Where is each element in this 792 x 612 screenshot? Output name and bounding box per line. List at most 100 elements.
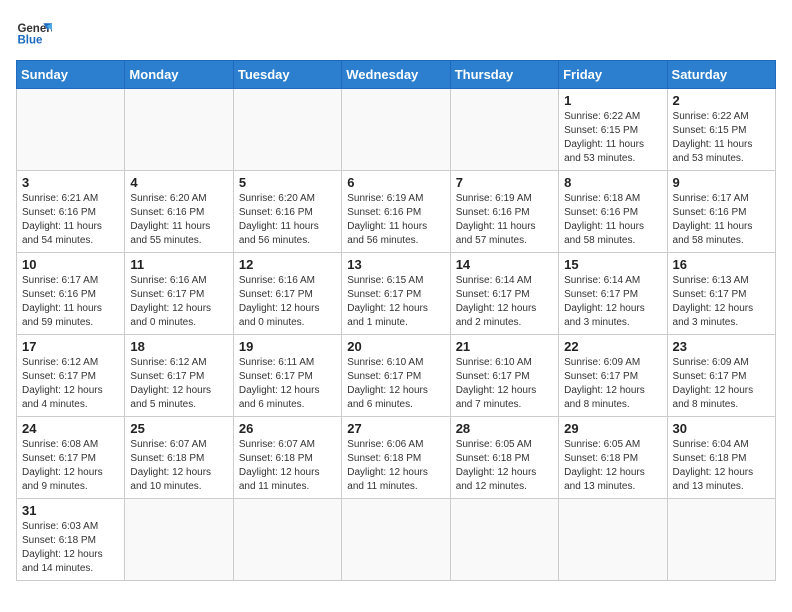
calendar-cell: 6 Sunrise: 6:19 AM Sunset: 6:16 PM Daylig… [342, 171, 450, 253]
calendar-cell [233, 89, 341, 171]
day-number: 7 [456, 175, 553, 190]
weekday-header-thursday: Thursday [450, 61, 558, 89]
calendar-cell: 30 Sunrise: 6:04 AM Sunset: 6:18 PM Dayli… [667, 417, 775, 499]
calendar-cell: 25 Sunrise: 6:07 AM Sunset: 6:18 PM Dayli… [125, 417, 233, 499]
day-number: 13 [347, 257, 444, 272]
weekday-header-monday: Monday [125, 61, 233, 89]
calendar-cell: 24 Sunrise: 6:08 AM Sunset: 6:17 PM Dayli… [17, 417, 125, 499]
week-row-1: 3 Sunrise: 6:21 AM Sunset: 6:16 PM Daylig… [17, 171, 776, 253]
day-info: Sunrise: 6:10 AM Sunset: 6:17 PM Dayligh… [347, 356, 444, 412]
day-info: Sunrise: 6:21 AM Sunset: 6:16 PM Dayligh… [22, 192, 119, 248]
day-info: Sunrise: 6:17 AM Sunset: 6:16 PM Dayligh… [673, 192, 770, 248]
day-number: 1 [564, 93, 661, 108]
calendar-cell [559, 499, 667, 581]
day-info: Sunrise: 6:13 AM Sunset: 6:17 PM Dayligh… [673, 274, 770, 330]
day-info: Sunrise: 6:14 AM Sunset: 6:17 PM Dayligh… [564, 274, 661, 330]
day-info: Sunrise: 6:06 AM Sunset: 6:18 PM Dayligh… [347, 438, 444, 494]
day-info: Sunrise: 6:20 AM Sunset: 6:16 PM Dayligh… [130, 192, 227, 248]
day-number: 10 [22, 257, 119, 272]
day-number: 4 [130, 175, 227, 190]
calendar-cell: 13 Sunrise: 6:15 AM Sunset: 6:17 PM Dayli… [342, 253, 450, 335]
day-number: 19 [239, 339, 336, 354]
logo: General Blue [16, 16, 52, 52]
weekday-header-wednesday: Wednesday [342, 61, 450, 89]
day-number: 24 [22, 421, 119, 436]
day-info: Sunrise: 6:10 AM Sunset: 6:17 PM Dayligh… [456, 356, 553, 412]
day-number: 23 [673, 339, 770, 354]
week-row-5: 31 Sunrise: 6:03 AM Sunset: 6:18 PM Dayli… [17, 499, 776, 581]
weekday-header-saturday: Saturday [667, 61, 775, 89]
weekday-header-row: SundayMondayTuesdayWednesdayThursdayFrid… [17, 61, 776, 89]
calendar-cell [125, 89, 233, 171]
calendar-cell: 20Sunrise: 6:10 AM Sunset: 6:17 PM Dayli… [342, 335, 450, 417]
calendar-cell: 2Sunrise: 6:22 AM Sunset: 6:15 PM Daylig… [667, 89, 775, 171]
day-info: Sunrise: 6:03 AM Sunset: 6:18 PM Dayligh… [22, 520, 119, 576]
day-info: Sunrise: 6:04 AM Sunset: 6:18 PM Dayligh… [673, 438, 770, 494]
calendar-cell [342, 89, 450, 171]
day-info: Sunrise: 6:08 AM Sunset: 6:17 PM Dayligh… [22, 438, 119, 494]
calendar-cell: 11Sunrise: 6:16 AM Sunset: 6:17 PM Dayli… [125, 253, 233, 335]
calendar-cell: 1Sunrise: 6:22 AM Sunset: 6:15 PM Daylig… [559, 89, 667, 171]
day-info: Sunrise: 6:17 AM Sunset: 6:16 PM Dayligh… [22, 274, 119, 330]
calendar-cell: 10 Sunrise: 6:17 AM Sunset: 6:16 PM Dayli… [17, 253, 125, 335]
calendar-table: SundayMondayTuesdayWednesdayThursdayFrid… [16, 60, 776, 581]
calendar-cell: 17 Sunrise: 6:12 AM Sunset: 6:17 PM Dayli… [17, 335, 125, 417]
calendar-cell: 19Sunrise: 6:11 AM Sunset: 6:17 PM Dayli… [233, 335, 341, 417]
calendar-cell [667, 499, 775, 581]
calendar-cell [342, 499, 450, 581]
day-info: Sunrise: 6:05 AM Sunset: 6:18 PM Dayligh… [456, 438, 553, 494]
day-info: Sunrise: 6:16 AM Sunset: 6:17 PM Dayligh… [239, 274, 336, 330]
svg-text:Blue: Blue [17, 34, 43, 46]
day-number: 8 [564, 175, 661, 190]
day-number: 31 [22, 503, 119, 518]
calendar-cell: 26Sunrise: 6:07 AM Sunset: 6:18 PM Dayli… [233, 417, 341, 499]
day-info: Sunrise: 6:07 AM Sunset: 6:18 PM Dayligh… [239, 438, 336, 494]
day-number: 28 [456, 421, 553, 436]
day-info: Sunrise: 6:05 AM Sunset: 6:18 PM Dayligh… [564, 438, 661, 494]
day-info: Sunrise: 6:12 AM Sunset: 6:17 PM Dayligh… [22, 356, 119, 412]
day-number: 30 [673, 421, 770, 436]
calendar-cell: 9Sunrise: 6:17 AM Sunset: 6:16 PM Daylig… [667, 171, 775, 253]
day-info: Sunrise: 6:19 AM Sunset: 6:16 PM Dayligh… [347, 192, 444, 248]
week-row-0: 1Sunrise: 6:22 AM Sunset: 6:15 PM Daylig… [17, 89, 776, 171]
day-number: 16 [673, 257, 770, 272]
day-number: 11 [130, 257, 227, 272]
day-number: 12 [239, 257, 336, 272]
weekday-header-friday: Friday [559, 61, 667, 89]
calendar-cell: 31 Sunrise: 6:03 AM Sunset: 6:18 PM Dayli… [17, 499, 125, 581]
weekday-header-sunday: Sunday [17, 61, 125, 89]
day-info: Sunrise: 6:12 AM Sunset: 6:17 PM Dayligh… [130, 356, 227, 412]
day-number: 22 [564, 339, 661, 354]
day-info: Sunrise: 6:09 AM Sunset: 6:17 PM Dayligh… [564, 356, 661, 412]
day-number: 3 [22, 175, 119, 190]
day-info: Sunrise: 6:19 AM Sunset: 6:16 PM Dayligh… [456, 192, 553, 248]
day-number: 18 [130, 339, 227, 354]
day-info: Sunrise: 6:18 AM Sunset: 6:16 PM Dayligh… [564, 192, 661, 248]
calendar-cell [17, 89, 125, 171]
day-info: Sunrise: 6:15 AM Sunset: 6:17 PM Dayligh… [347, 274, 444, 330]
calendar-cell: 3 Sunrise: 6:21 AM Sunset: 6:16 PM Daylig… [17, 171, 125, 253]
day-info: Sunrise: 6:09 AM Sunset: 6:17 PM Dayligh… [673, 356, 770, 412]
day-number: 21 [456, 339, 553, 354]
calendar-cell: 21 Sunrise: 6:10 AM Sunset: 6:17 PM Dayli… [450, 335, 558, 417]
day-info: Sunrise: 6:20 AM Sunset: 6:16 PM Dayligh… [239, 192, 336, 248]
calendar-cell: 28 Sunrise: 6:05 AM Sunset: 6:18 PM Dayli… [450, 417, 558, 499]
week-row-4: 24 Sunrise: 6:08 AM Sunset: 6:17 PM Dayli… [17, 417, 776, 499]
calendar-cell: 7 Sunrise: 6:19 AM Sunset: 6:16 PM Daylig… [450, 171, 558, 253]
day-info: Sunrise: 6:14 AM Sunset: 6:17 PM Dayligh… [456, 274, 553, 330]
day-number: 6 [347, 175, 444, 190]
day-number: 27 [347, 421, 444, 436]
day-number: 17 [22, 339, 119, 354]
calendar-cell: 22 Sunrise: 6:09 AM Sunset: 6:17 PM Dayli… [559, 335, 667, 417]
day-number: 14 [456, 257, 553, 272]
day-number: 2 [673, 93, 770, 108]
calendar-cell: 18 Sunrise: 6:12 AM Sunset: 6:17 PM Dayli… [125, 335, 233, 417]
calendar-cell [233, 499, 341, 581]
calendar-cell: 4 Sunrise: 6:20 AM Sunset: 6:16 PM Daylig… [125, 171, 233, 253]
day-number: 25 [130, 421, 227, 436]
day-info: Sunrise: 6:07 AM Sunset: 6:18 PM Dayligh… [130, 438, 227, 494]
calendar-cell: 12 Sunrise: 6:16 AM Sunset: 6:17 PM Dayli… [233, 253, 341, 335]
calendar-cell: 16 Sunrise: 6:13 AM Sunset: 6:17 PM Dayli… [667, 253, 775, 335]
week-row-2: 10 Sunrise: 6:17 AM Sunset: 6:16 PM Dayli… [17, 253, 776, 335]
calendar-cell: 14 Sunrise: 6:14 AM Sunset: 6:17 PM Dayli… [450, 253, 558, 335]
